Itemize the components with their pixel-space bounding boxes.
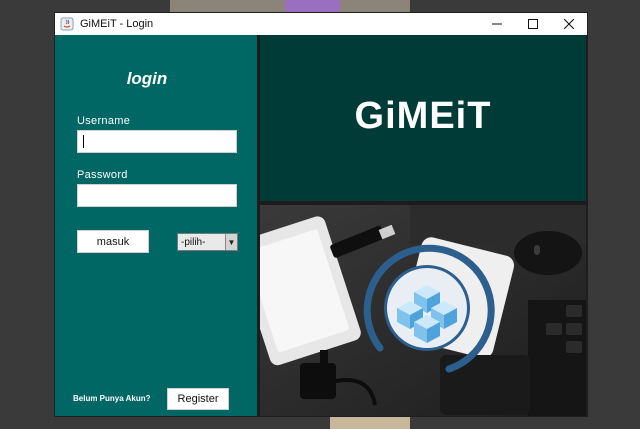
brand-panel: GiMEiT (260, 35, 586, 201)
password-input[interactable] (77, 184, 237, 207)
gadgets-photo-illustration (260, 205, 586, 416)
role-select-value: -pilih- (181, 236, 206, 248)
maximize-button[interactable] (515, 13, 551, 35)
window-controls (479, 13, 587, 35)
minimize-button[interactable] (479, 13, 515, 35)
chevron-down-icon[interactable]: ▼ (225, 234, 237, 250)
username-label: Username (77, 115, 131, 127)
text-caret (83, 135, 84, 148)
title-bar[interactable]: GiMEiT - Login (55, 13, 587, 35)
login-panel: login Username Password masuk -pilih- ▼ … (55, 35, 257, 416)
window-content: login Username Password masuk -pilih- ▼ … (55, 35, 587, 416)
close-button[interactable] (551, 13, 587, 35)
close-icon (564, 19, 574, 29)
mouse-device (514, 231, 582, 275)
no-account-text: Belum Punya Akun? (73, 394, 151, 403)
masuk-button[interactable]: masuk (77, 230, 149, 253)
gadgets-photo (260, 205, 586, 416)
password-label: Password (77, 169, 128, 181)
window-title: GiMEiT - Login (80, 18, 154, 30)
register-button[interactable]: Register (167, 388, 229, 410)
role-select[interactable]: -pilih- ▼ (177, 233, 238, 251)
java-app-icon (60, 17, 74, 31)
minimize-icon (492, 23, 502, 25)
login-heading: login (126, 69, 168, 88)
desktop-background-accent (285, 0, 340, 12)
username-input[interactable] (77, 130, 237, 153)
login-window: GiMEiT - Login login Username Password m… (54, 12, 588, 417)
maximize-icon (528, 19, 538, 29)
brand-name: GiMEiT (354, 94, 492, 137)
